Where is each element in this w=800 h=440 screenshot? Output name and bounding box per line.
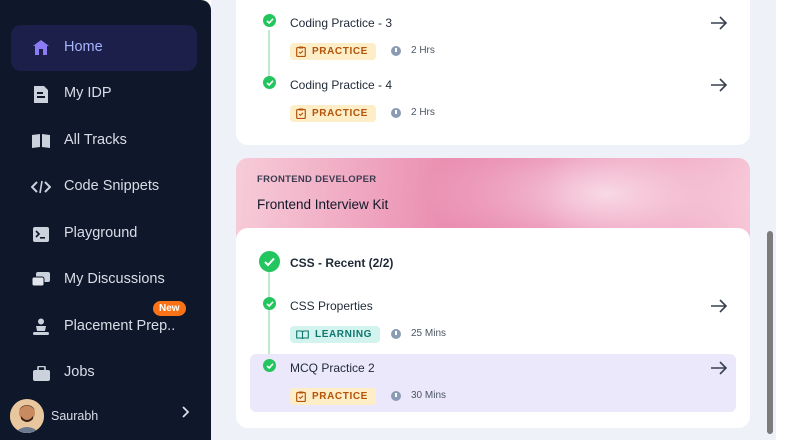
open-book-icon	[296, 329, 309, 339]
clock-icon	[391, 107, 401, 118]
duration: 2 Hrs	[391, 107, 435, 118]
document-icon	[31, 84, 51, 104]
sidebar-item-home[interactable]: Home	[11, 25, 197, 71]
sidebar-item-all-tracks[interactable]: All Tracks	[11, 118, 197, 164]
practice-tag: PRACTICE	[290, 105, 376, 122]
arrow-right-icon[interactable]	[710, 361, 728, 375]
sidebar-item-label: Code Snippets	[64, 178, 160, 194]
check-circle-icon	[263, 297, 276, 310]
code-icon	[31, 177, 51, 197]
arrow-right-icon[interactable]	[710, 78, 728, 92]
item-title[interactable]: MCQ Practice 2	[290, 361, 375, 375]
sidebar-item-label: All Tracks	[64, 132, 127, 148]
person-icon	[31, 317, 51, 337]
avatar	[10, 399, 44, 433]
duration: 2 Hrs	[391, 45, 435, 56]
sidebar: Home My IDP All Tracks Code Snippets Pla…	[0, 0, 211, 440]
practice-tag: PRACTICE	[290, 388, 376, 405]
sidebar-item-label: My Discussions	[64, 271, 165, 287]
practice-tag: PRACTICE	[290, 43, 376, 60]
clock-icon	[391, 390, 401, 401]
track-title: Frontend Interview Kit	[257, 197, 389, 212]
profile-name: Saurabh	[51, 409, 99, 423]
home-icon	[31, 38, 51, 58]
chevron-right-icon	[180, 405, 190, 424]
track-category: FRONTEND DEVELOPER	[257, 174, 377, 185]
clock-icon	[391, 45, 401, 56]
briefcase-icon	[31, 363, 51, 383]
clock-icon	[391, 328, 401, 339]
chat-icon	[31, 270, 51, 290]
learning-tag: LEARNING	[290, 326, 381, 343]
sidebar-item-label: Jobs	[64, 364, 95, 380]
duration: 25 Mins	[391, 328, 446, 339]
new-badge: New	[153, 301, 186, 316]
sidebar-item-label: Placement Prep..	[64, 318, 176, 334]
check-circle-icon	[263, 76, 276, 89]
sidebar-item-jobs[interactable]: Jobs	[11, 350, 197, 396]
sidebar-item-label: Home	[64, 39, 103, 55]
sidebar-item-code-snippets[interactable]: Code Snippets	[11, 164, 197, 210]
check-circle-icon	[259, 251, 280, 272]
track-card-previous: Coding Practice - 3 PRACTICE 2 Hrs Codin…	[236, 0, 750, 145]
check-circle-icon	[263, 359, 276, 372]
section-title: CSS - Recent (2/2)	[290, 256, 394, 270]
check-circle-icon	[263, 14, 276, 27]
sidebar-item-playground[interactable]: Playground	[11, 211, 197, 257]
terminal-icon	[31, 224, 51, 244]
clipboard-icon	[296, 391, 306, 402]
track-card-current: CSS - Recent (2/2) CSS Properties LEARNI…	[236, 228, 750, 428]
sidebar-item-my-idp[interactable]: My IDP	[11, 71, 197, 117]
timeline-line	[268, 30, 270, 80]
item-title[interactable]: Coding Practice - 4	[290, 78, 392, 92]
arrow-right-icon[interactable]	[710, 299, 728, 313]
clipboard-icon	[296, 108, 306, 119]
main-content: Coding Practice - 3 PRACTICE 2 Hrs Codin…	[211, 0, 776, 440]
item-title[interactable]: Coding Practice - 3	[290, 16, 392, 30]
scrollbar-track[interactable]	[776, 0, 800, 440]
profile-menu[interactable]: Saurabh	[10, 399, 200, 433]
book-icon	[31, 131, 51, 151]
item-title[interactable]: CSS Properties	[290, 299, 373, 313]
arrow-right-icon[interactable]	[710, 16, 728, 30]
sidebar-item-label: Playground	[64, 225, 138, 241]
sidebar-item-label: My IDP	[64, 85, 112, 101]
duration: 30 Mins	[391, 390, 446, 401]
scrollbar-thumb[interactable]	[767, 231, 773, 434]
sidebar-item-my-discussions[interactable]: My Discussions	[11, 257, 197, 303]
clipboard-icon	[296, 46, 306, 57]
